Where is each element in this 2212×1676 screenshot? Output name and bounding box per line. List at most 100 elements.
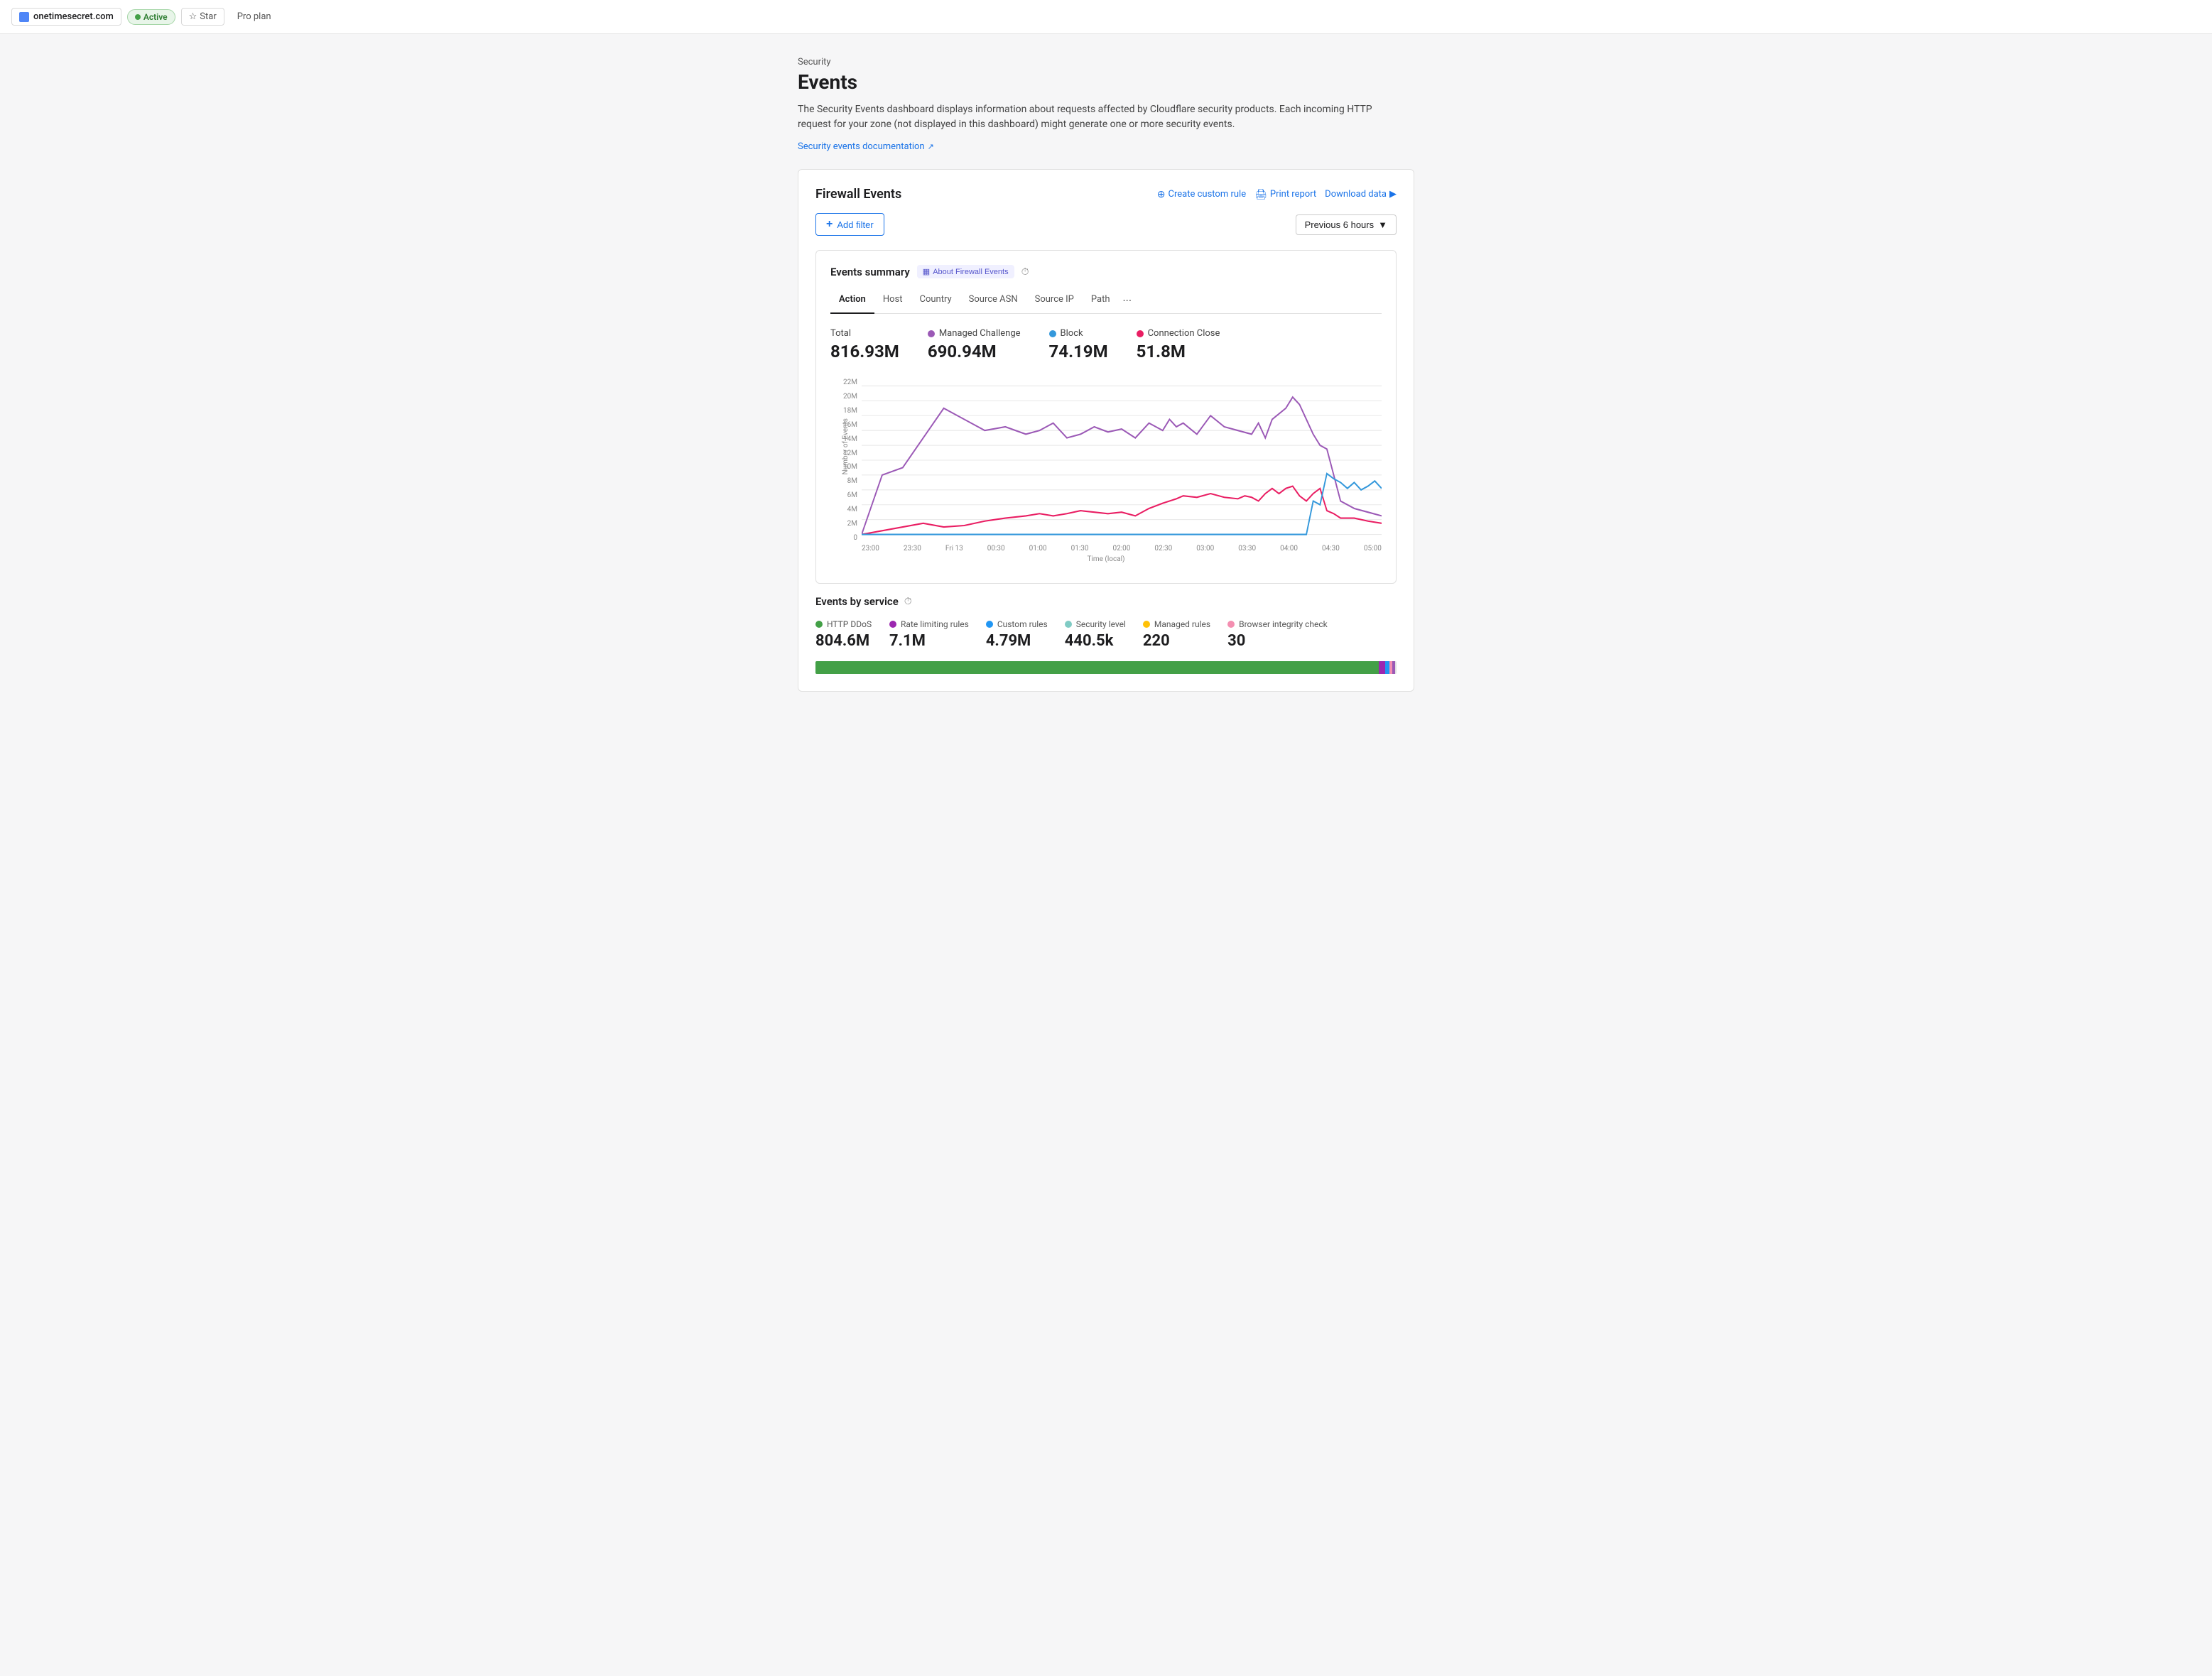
stat-mc-label: Managed Challenge xyxy=(939,328,1021,339)
mc-dot xyxy=(928,330,935,337)
y-label-6m: 6M xyxy=(847,491,857,499)
browser-dot xyxy=(1227,621,1235,628)
x-axis-title: Time (local) xyxy=(1087,555,1124,563)
create-rule-label: Create custom rule xyxy=(1169,189,1247,200)
service-browser-label-row: Browser integrity check xyxy=(1227,619,1328,629)
stats-row: Total 816.93M Managed Challenge 690.94M … xyxy=(830,328,1382,361)
chart-svg xyxy=(862,379,1382,542)
service-http-ddos: HTTP DDoS 804.6M xyxy=(815,619,872,650)
tab-source-asn[interactable]: Source ASN xyxy=(960,288,1026,314)
active-label: Active xyxy=(143,12,168,22)
bar-rate-limiting xyxy=(1379,661,1384,674)
print-report-label: Print report xyxy=(1270,189,1316,200)
stat-block-value: 74.19M xyxy=(1049,342,1108,361)
print-report-button[interactable]: 🖨 Print report xyxy=(1254,189,1316,200)
tab-more-button[interactable]: ··· xyxy=(1119,288,1137,313)
info-icon[interactable]: ⏱ xyxy=(1021,266,1029,278)
about-firewall-button[interactable]: ▦ About Firewall Events xyxy=(917,265,1014,278)
x-label-0400: 04:00 xyxy=(1280,545,1298,553)
service-browser-label: Browser integrity check xyxy=(1239,619,1328,629)
x-label-0130: 01:30 xyxy=(1071,545,1089,553)
star-icon: ☆ xyxy=(189,11,197,22)
cc-dot xyxy=(1137,330,1144,337)
time-range-label: Previous 6 hours xyxy=(1305,219,1375,230)
page-title: Events xyxy=(798,70,1414,94)
stat-mc-label-row: Managed Challenge xyxy=(928,328,1021,339)
page-description: The Security Events dashboard displays i… xyxy=(798,102,1380,132)
star-label: Star xyxy=(200,11,216,22)
plus-icon: + xyxy=(826,218,833,231)
service-rate-limiting: Rate limiting rules 7.1M xyxy=(889,619,969,650)
topbar: onetimesecret.com Active ☆ Star Pro plan xyxy=(0,0,2212,34)
stat-block-label: Block xyxy=(1061,328,1083,339)
sec-dot xyxy=(1065,621,1072,628)
add-filter-button[interactable]: + Add filter xyxy=(815,213,884,236)
service-info-icon[interactable]: ⏱ xyxy=(904,596,912,607)
stat-total: Total 816.93M xyxy=(830,328,899,361)
block-dot xyxy=(1049,330,1056,337)
tab-action[interactable]: Action xyxy=(830,288,874,314)
rate-dot xyxy=(889,621,896,628)
y-label-0: 0 xyxy=(853,534,857,542)
service-security-level: Security level 440.5k xyxy=(1065,619,1126,650)
y-label-22m: 22M xyxy=(843,379,857,386)
summary-tabs: Action Host Country Source ASN Source IP… xyxy=(830,288,1382,314)
x-label-0100: 01:00 xyxy=(1029,545,1047,553)
service-custom-label-row: Custom rules xyxy=(986,619,1048,629)
stat-block: Block 74.19M xyxy=(1049,328,1108,361)
x-label-0500: 05:00 xyxy=(1364,545,1382,553)
services-grid: HTTP DDoS 804.6M Rate limiting rules 7.1… xyxy=(815,619,1397,650)
plus-circle-icon: ⊕ xyxy=(1157,189,1166,200)
tab-source-ip[interactable]: Source IP xyxy=(1026,288,1083,314)
plan-label: Pro plan xyxy=(230,9,278,25)
stat-cc-value: 51.8M xyxy=(1137,342,1220,361)
y-label-18m: 18M xyxy=(843,407,857,415)
chevron-right-icon: ▶ xyxy=(1389,189,1397,200)
download-data-button[interactable]: Download data ▶ xyxy=(1325,189,1397,200)
y-axis-title: Number of Events xyxy=(842,418,850,474)
main-content: Security Events The Security Events dash… xyxy=(786,34,1426,726)
x-label-0330: 03:30 xyxy=(1238,545,1256,553)
site-selector[interactable]: onetimesecret.com xyxy=(11,8,121,26)
external-link-icon: ↗ xyxy=(928,142,934,151)
stat-managed-challenge: Managed Challenge 690.94M xyxy=(928,328,1021,361)
service-custom-rules: Custom rules 4.79M xyxy=(986,619,1048,650)
card-header: Firewall Events ⊕ Create custom rule 🖨 P… xyxy=(815,187,1397,202)
http-ddos-dot xyxy=(815,621,823,628)
service-rate-label: Rate limiting rules xyxy=(901,619,969,629)
x-label-0200: 02:00 xyxy=(1112,545,1130,553)
doc-link[interactable]: Security events documentation ↗ xyxy=(798,141,934,152)
active-dot xyxy=(135,14,141,20)
chart-svg-area xyxy=(862,379,1382,542)
stat-cc-label-row: Connection Close xyxy=(1137,328,1220,339)
x-label-0430: 04:30 xyxy=(1322,545,1340,553)
service-sec-label: Security level xyxy=(1076,619,1126,629)
star-button[interactable]: ☆ Star xyxy=(181,8,224,26)
events-summary: Events summary ▦ About Firewall Events ⏱… xyxy=(815,250,1397,584)
service-header: Events by service ⏱ xyxy=(815,595,1397,608)
tab-host[interactable]: Host xyxy=(874,288,911,314)
print-icon: 🖨 xyxy=(1254,189,1267,200)
events-by-service: Events by service ⏱ HTTP DDoS 804.6M Rat… xyxy=(815,595,1397,674)
chevron-down-icon: ▼ xyxy=(1378,219,1387,230)
service-sec-label-row: Security level xyxy=(1065,619,1126,629)
time-range-button[interactable]: Previous 6 hours ▼ xyxy=(1296,214,1397,235)
service-http-ddos-label: HTTP DDoS xyxy=(827,619,872,629)
doc-link-text: Security events documentation xyxy=(798,141,925,152)
mgd-dot xyxy=(1143,621,1150,628)
tab-country[interactable]: Country xyxy=(911,288,960,314)
bar-http-ddos xyxy=(815,661,1379,674)
summary-header: Events summary ▦ About Firewall Events ⏱ xyxy=(830,265,1382,278)
events-chart: 22M 20M 18M 16M 14M 12M 10M 8M 6M 4M 2M … xyxy=(830,379,1382,563)
service-managed-rules: Managed rules 220 xyxy=(1143,619,1210,650)
service-http-ddos-label-row: HTTP DDoS xyxy=(815,619,872,629)
y-label-8m: 8M xyxy=(847,477,857,485)
firewall-events-card: Firewall Events ⊕ Create custom rule 🖨 P… xyxy=(798,169,1414,692)
y-label-20m: 20M xyxy=(843,393,857,401)
summary-label: Events summary xyxy=(830,266,910,278)
service-browser-check: Browser integrity check 30 xyxy=(1227,619,1328,650)
create-rule-button[interactable]: ⊕ Create custom rule xyxy=(1157,189,1246,200)
table-icon: ▦ xyxy=(923,267,930,276)
service-rate-value: 7.1M xyxy=(889,632,969,650)
tab-path[interactable]: Path xyxy=(1083,288,1119,314)
